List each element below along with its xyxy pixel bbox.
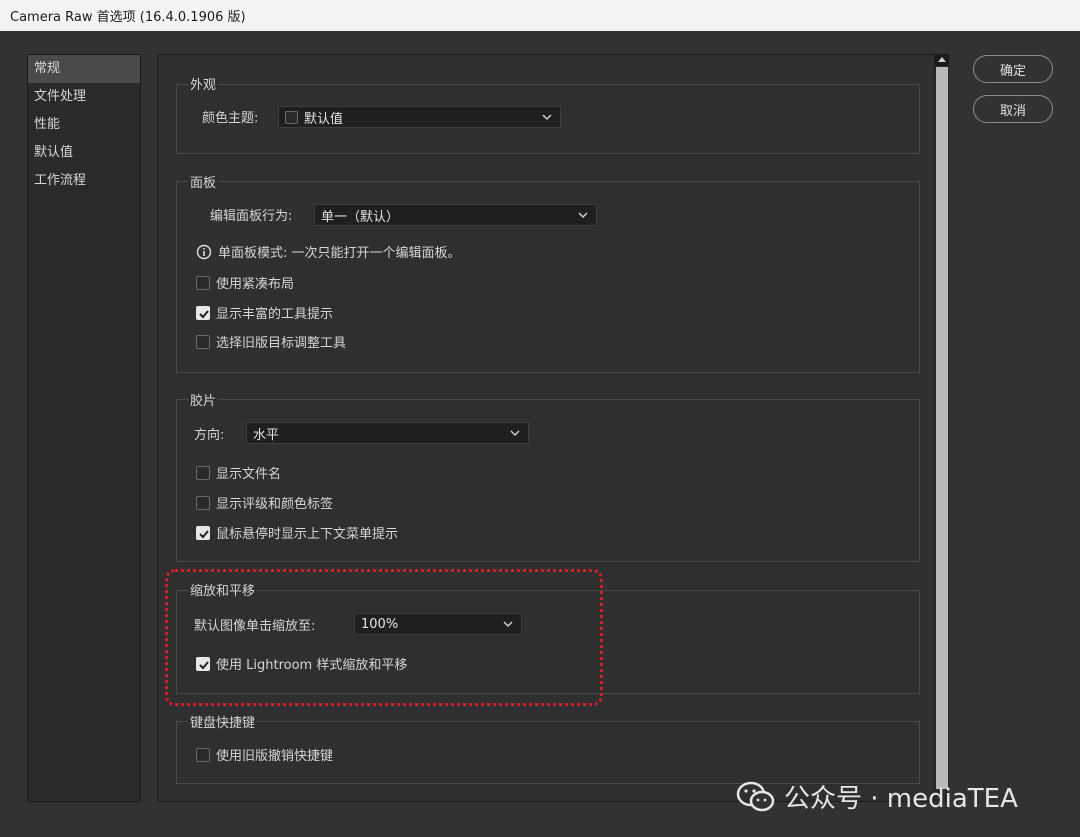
chevron-down-icon (503, 621, 513, 628)
check-icon (199, 529, 209, 538)
panel-behavior-label: 编辑面板行为: (210, 209, 293, 224)
theme-label: 颜色主题: (202, 111, 259, 126)
legacy-undo-row[interactable]: 使用旧版撤销快捷键 (196, 745, 333, 764)
zoom-default-row: 默认图像单击缩放至: (194, 615, 315, 634)
direction-select[interactable]: 水平 (246, 422, 529, 444)
panel-info-row: 单面板模式: 一次只能打开一个编辑面板。 (196, 242, 461, 261)
watermark: 公众号 · mediaTEA (736, 778, 1018, 815)
sidebar-item-workflow[interactable]: 工作流程 (28, 167, 140, 195)
check-icon (199, 660, 209, 669)
chevron-down-icon (542, 114, 552, 121)
panel-info-text: 单面板模式: 一次只能打开一个编辑面板。 (218, 246, 461, 261)
chevron-down-icon (578, 212, 588, 219)
info-icon (196, 244, 212, 259)
sidebar-item-file-handling[interactable]: 文件处理 (28, 83, 140, 111)
sidebar-item-performance[interactable]: 性能 (28, 111, 140, 139)
legacy-undo-checkbox[interactable] (196, 747, 210, 762)
panel-behavior-value: 单一（默认） (321, 209, 400, 225)
settings-scrollbar[interactable] (935, 54, 949, 802)
settings-panel: 外观 颜色主题: 默认值 面板 编辑面板行为: 单一（默认） 单面板模式: 一次… (157, 54, 935, 802)
legacy-target-tool-label: 选择旧版目标调整工具 (216, 336, 347, 351)
rich-tooltips-checkbox[interactable] (196, 305, 210, 320)
window-title: Camera Raw 首选项 (16.4.0.1906 版) (10, 10, 246, 25)
legacy-target-tool-row[interactable]: 选择旧版目标调整工具 (196, 332, 346, 351)
section-title-shortcuts: 键盘快捷键 (188, 712, 258, 731)
section-zoom-pan (176, 590, 920, 694)
hover-menu-hint-row[interactable]: 鼠标悬停时显示上下文菜单提示 (196, 523, 398, 542)
lightroom-zoom-row[interactable]: 使用 Lightroom 样式缩放和平移 (196, 654, 407, 673)
theme-select[interactable]: 默认值 (278, 106, 561, 128)
zoom-default-value: 100% (361, 616, 399, 632)
show-ratings-label: 显示评级和颜色标签 (216, 497, 334, 512)
section-title-zoom-pan: 缩放和平移 (188, 580, 258, 599)
section-title-appearance: 外观 (188, 74, 219, 93)
show-filename-row[interactable]: 显示文件名 (196, 463, 281, 482)
rich-tooltips-label: 显示丰富的工具提示 (216, 307, 334, 322)
legacy-undo-label: 使用旧版撤销快捷键 (216, 749, 334, 764)
sidebar: 常规 文件处理 性能 默认值 工作流程 (27, 54, 141, 802)
section-title-filmstrip: 胶片 (188, 390, 219, 409)
panel-behavior-select[interactable]: 单一（默认） (314, 204, 597, 226)
chevron-down-icon (510, 430, 520, 437)
lightroom-zoom-label: 使用 Lightroom 样式缩放和平移 (216, 658, 408, 673)
theme-row: 颜色主题: (202, 107, 258, 126)
compact-layout-checkbox[interactable] (196, 275, 210, 290)
theme-swatch-icon (285, 110, 298, 124)
wechat-icon (736, 781, 775, 811)
scroll-up-arrow[interactable] (935, 54, 949, 66)
sidebar-item-defaults[interactable]: 默认值 (28, 139, 140, 167)
lightroom-zoom-checkbox[interactable] (196, 656, 210, 671)
direction-label: 方向: (194, 428, 225, 443)
check-icon (199, 309, 209, 318)
show-filename-checkbox[interactable] (196, 465, 210, 480)
compact-layout-row[interactable]: 使用紧凑布局 (196, 273, 294, 292)
watermark-text: 公众号 · mediaTEA (784, 784, 1018, 814)
panel-behavior-row: 编辑面板行为: (210, 205, 292, 224)
ok-button[interactable]: 确定 (973, 55, 1053, 83)
zoom-default-label: 默认图像单击缩放至: (194, 619, 316, 634)
direction-row: 方向: (194, 424, 224, 443)
theme-select-value: 默认值 (304, 111, 344, 127)
show-ratings-row[interactable]: 显示评级和颜色标签 (196, 493, 333, 512)
sidebar-item-general[interactable]: 常规 (28, 55, 140, 83)
direction-value: 水平 (253, 427, 280, 443)
show-filename-label: 显示文件名 (216, 467, 282, 482)
compact-layout-label: 使用紧凑布局 (216, 277, 295, 292)
show-ratings-checkbox[interactable] (196, 495, 210, 510)
zoom-default-select[interactable]: 100% (354, 613, 522, 635)
legacy-target-tool-checkbox[interactable] (196, 334, 210, 349)
hover-menu-hint-checkbox[interactable] (196, 525, 210, 540)
triangle-up-icon (938, 57, 946, 62)
window-titlebar: Camera Raw 首选项 (16.4.0.1906 版) (0, 0, 1080, 31)
hover-menu-hint-label: 鼠标悬停时显示上下文菜单提示 (216, 527, 399, 542)
section-title-panels: 面板 (188, 172, 219, 191)
cancel-button[interactable]: 取消 (973, 95, 1053, 123)
scroll-thumb[interactable] (936, 67, 948, 789)
rich-tooltips-row[interactable]: 显示丰富的工具提示 (196, 303, 333, 322)
